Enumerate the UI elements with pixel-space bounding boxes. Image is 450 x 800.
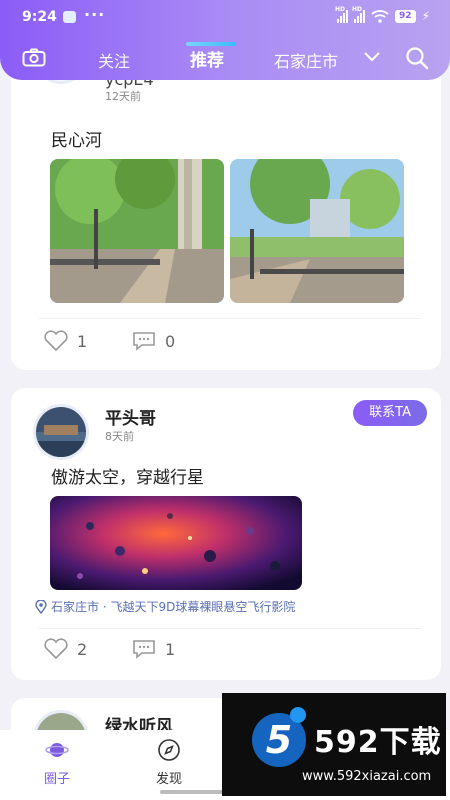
search-icon[interactable] [405,46,429,70]
post-text: 傲游太空，穿越行星 [51,468,204,488]
like-count: 2 [77,639,88,659]
tab-follow[interactable]: 关注 [98,48,130,72]
signal-icon: HD [335,6,349,23]
camera-icon[interactable] [22,48,46,67]
post-image[interactable] [50,496,302,590]
post-card[interactable]: ycpE4 12天前 民心河 [11,28,441,370]
watermark: 5 592下载 www.592xiazai.com [222,693,446,796]
heart-icon [44,330,68,352]
comment-count: 0 [165,331,176,351]
status-time: 9:24 [22,9,57,25]
heart-icon [44,638,68,660]
top-nav: 关注 推荐 石家庄市 [0,40,450,76]
nav-discover-label: 发现 [155,772,182,787]
post-text: 民心河 [51,131,102,151]
location-tag[interactable]: 石家庄市 · 飞越天下9D球幕裸眼悬空飞行影院 [35,598,295,615]
post-time: 8天前 [105,430,134,443]
post-time: 12天前 [105,90,141,103]
location-pin-icon [35,599,47,614]
contact-button[interactable]: 联系TA [353,400,427,426]
nav-circle[interactable]: 圈子 [27,738,87,787]
nav-discover[interactable]: 发现 [139,738,199,787]
app-notification-icon [63,11,76,23]
planet-icon [45,743,69,757]
battery-icon: 92 [395,9,416,23]
nav-circle-label: 圈子 [43,772,70,787]
tab-recommend[interactable]: 推荐 [190,46,224,71]
comment-icon [133,640,155,659]
city-selector[interactable]: 石家庄市 [274,48,338,72]
signal-icon: HD [352,6,366,23]
app-header: 9:24 ··· HD HD 92 ⚡ 关注 推荐 石家庄市 [0,0,450,80]
comment-count: 1 [165,639,176,659]
like-button[interactable]: 1 [43,330,87,352]
comment-button[interactable]: 0 [131,330,175,352]
chevron-down-icon[interactable] [364,52,380,62]
like-button[interactable]: 2 [43,638,87,660]
status-bar: 9:24 ··· HD HD 92 ⚡ [0,0,450,36]
location-text: 石家庄市 · 飞越天下9D球幕裸眼悬空飞行影院 [51,600,296,614]
post-card[interactable]: 平头哥 8天前 联系TA 傲游太空，穿越行星 石家庄市 · 飞越天下9D球幕裸眼… [11,388,441,680]
watermark-url: www.592xiazai.com [302,769,432,784]
post-image[interactable] [230,159,404,303]
watermark-title: 592下载 [314,725,442,760]
avatar[interactable] [33,404,89,460]
post-image[interactable] [50,159,224,303]
charging-icon: ⚡ [421,9,430,23]
divider [39,318,421,319]
divider [39,628,421,629]
compass-icon [158,739,180,761]
comment-button[interactable]: 1 [131,638,175,660]
watermark-logo-dot [290,707,306,723]
comment-icon [133,332,155,351]
like-count: 1 [77,331,88,351]
username[interactable]: 平头哥 [105,404,156,429]
wifi-icon [371,9,389,23]
more-notifications-icon: ··· [84,5,106,24]
